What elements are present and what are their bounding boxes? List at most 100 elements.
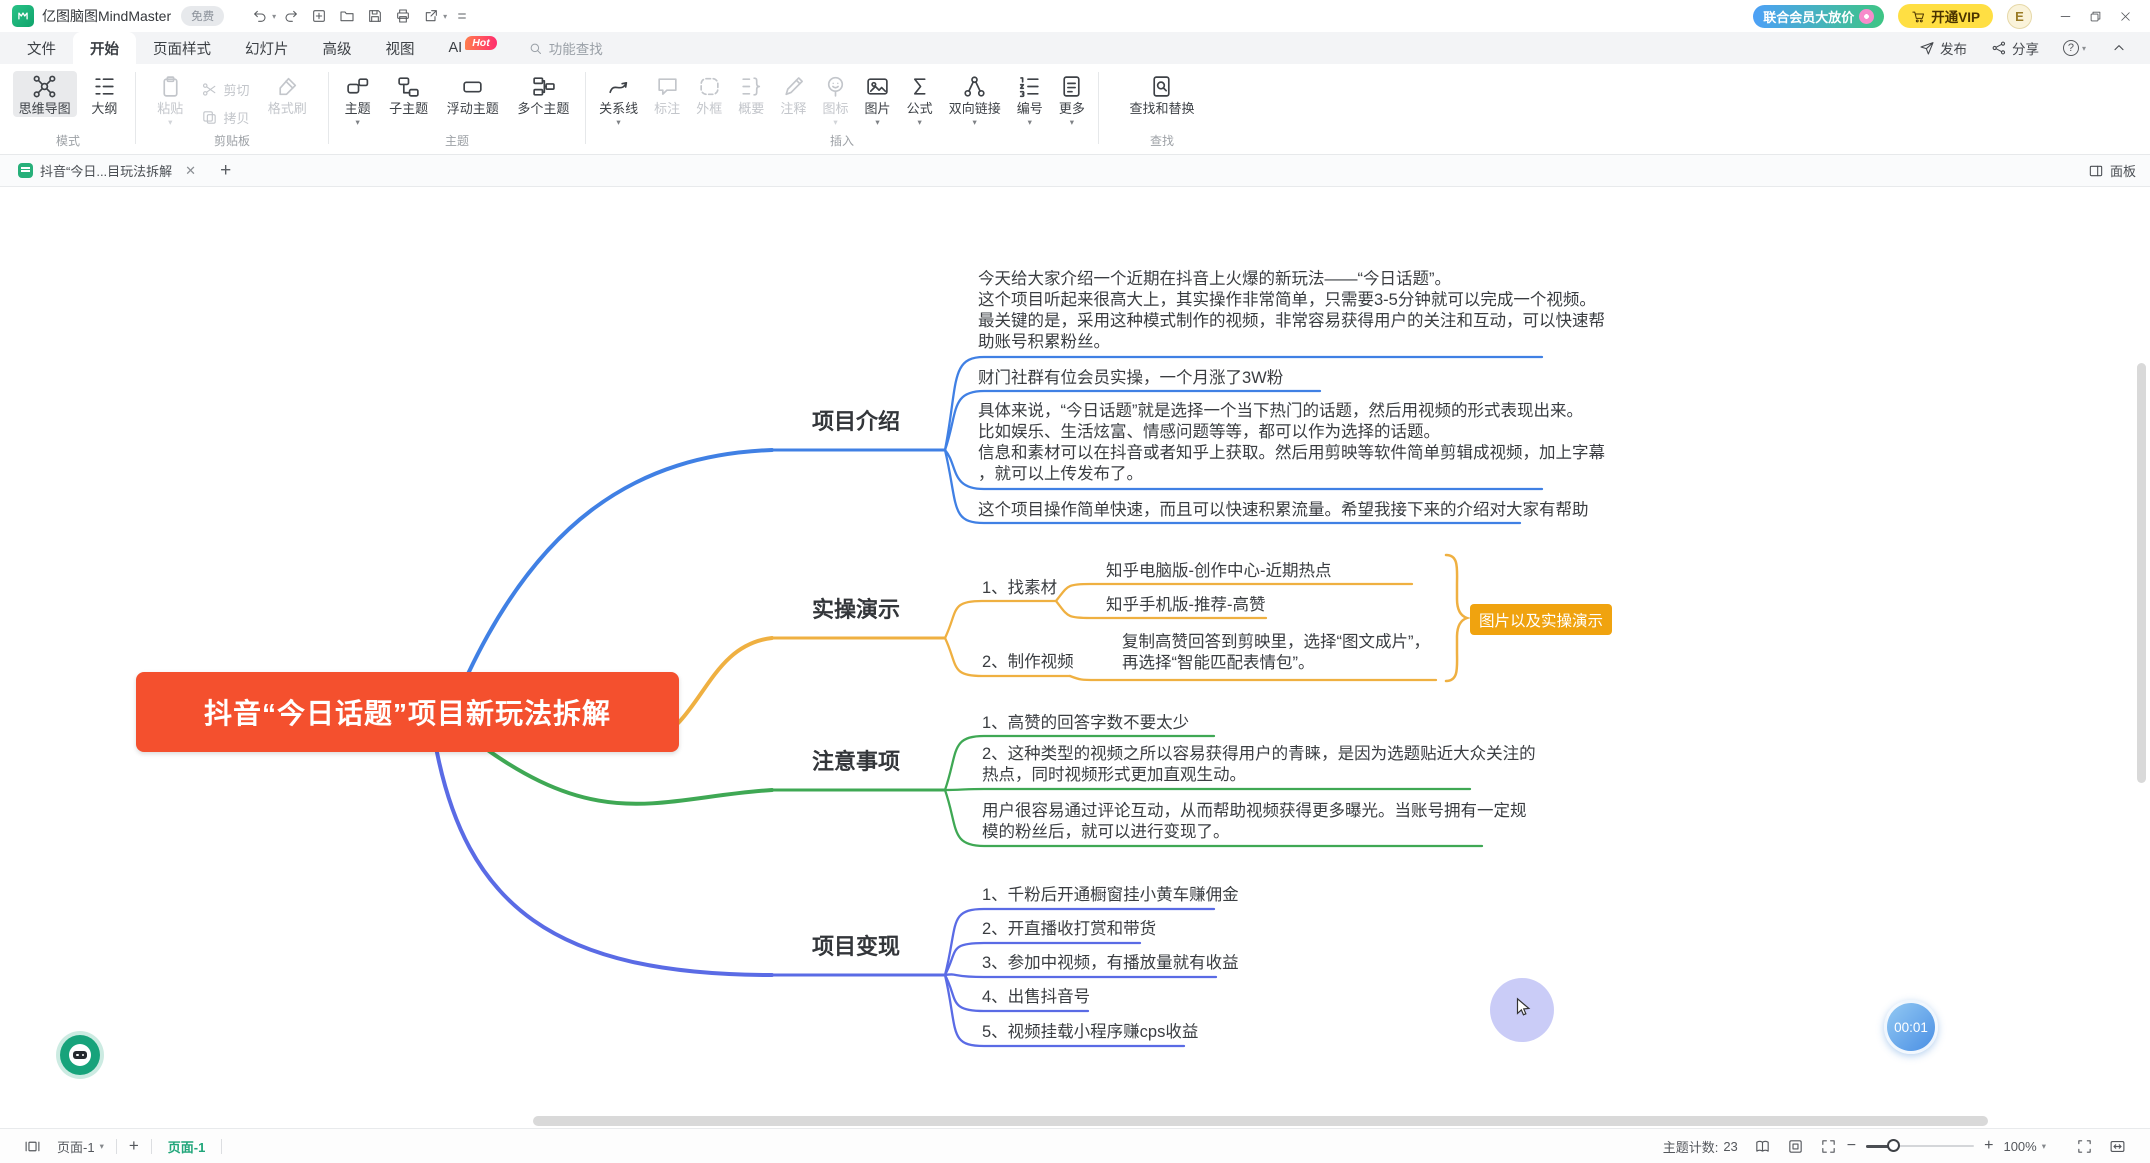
callout-button[interactable]: 标注 bbox=[648, 71, 686, 117]
zoom-out-button[interactable]: − bbox=[1845, 1137, 1858, 1155]
horizontal-scrollbar[interactable] bbox=[533, 1116, 1988, 1126]
export-button[interactable] bbox=[419, 4, 443, 28]
restore-button[interactable] bbox=[2080, 3, 2110, 29]
boundary-button[interactable]: 外框 bbox=[690, 71, 728, 117]
outline-mode-button[interactable]: 大纲 bbox=[85, 71, 123, 117]
share-button[interactable]: 分享 bbox=[1982, 38, 2048, 58]
subtopic-label: 子主题 bbox=[389, 102, 428, 117]
branch-topic-project-intro[interactable]: 项目介绍 bbox=[812, 408, 900, 436]
tab-slides[interactable]: 幻灯片 bbox=[228, 32, 306, 64]
topic-node[interactable]: 这个项目操作简单快速，而且可以快速积累流量。希望我接下来的介绍对大家有帮助 bbox=[978, 500, 1589, 521]
document-tab[interactable]: 抖音“今日...目玩法拆解 ✕ bbox=[14, 161, 200, 180]
two-way-link-button[interactable]: 双向链接 ▾ bbox=[943, 71, 1007, 124]
tab-ai[interactable]: AI Hot bbox=[432, 32, 514, 64]
tab-view[interactable]: 视图 bbox=[369, 32, 432, 64]
topic-node[interactable]: 2、制作视频 bbox=[982, 652, 1074, 673]
fullscreen-button[interactable] bbox=[2068, 1138, 2101, 1155]
page-tab-active[interactable]: 页面-1 bbox=[156, 1137, 218, 1156]
user-avatar[interactable]: E bbox=[2007, 4, 2032, 29]
topic-node[interactable]: 用户很容易通过评论互动，从而帮助视频获得更多曝光。当账号拥有一定规 模的粉丝后，… bbox=[982, 801, 1527, 843]
tab-home[interactable]: 开始 bbox=[73, 32, 136, 64]
topic-node[interactable]: 5、视频挂载小程序赚cps收益 bbox=[982, 1022, 1198, 1043]
find-replace-button[interactable]: 查找和替换 bbox=[1123, 71, 1200, 117]
zoom-level-selector[interactable]: 100% ▾ bbox=[1995, 1139, 2054, 1154]
numbering-button[interactable]: 编号 ▾ bbox=[1011, 71, 1049, 124]
undo-button[interactable] bbox=[248, 4, 272, 28]
topic-node[interactable]: 知乎电脑版-创作中心-近期热点 bbox=[1106, 561, 1332, 582]
floating-topic-button[interactable]: 浮动主题 bbox=[441, 71, 505, 117]
minimize-button[interactable] bbox=[2050, 3, 2080, 29]
topic-node[interactable]: 复制高赞回答到剪映里，选择“图文成片”， 再选择“智能匹配表情包”。 bbox=[1122, 632, 1430, 674]
fit-page-button[interactable] bbox=[1779, 1138, 1812, 1155]
feature-search[interactable]: 功能查找 bbox=[514, 32, 617, 64]
branch-topic-precautions[interactable]: 注意事项 bbox=[812, 748, 900, 776]
expand-view-button[interactable] bbox=[1812, 1138, 1845, 1155]
reading-mode-button[interactable] bbox=[1746, 1138, 1779, 1155]
topic-node[interactable]: 1、高赞的回答字数不要太少 bbox=[982, 713, 1189, 734]
summary-topic[interactable]: 图片以及实操演示 bbox=[1470, 604, 1612, 635]
picture-icon bbox=[865, 74, 890, 99]
more-insert-button[interactable]: 更多 ▾ bbox=[1053, 71, 1091, 124]
new-document-button[interactable] bbox=[307, 4, 331, 28]
tab-file[interactable]: 文件 bbox=[10, 32, 73, 64]
topic-button[interactable]: 主题 ▾ bbox=[339, 71, 377, 124]
new-tab-button[interactable]: + bbox=[220, 160, 231, 182]
fit-width-button[interactable] bbox=[2101, 1138, 2134, 1155]
collapse-ribbon-button[interactable] bbox=[2102, 40, 2136, 56]
copy-button[interactable]: 拷贝 bbox=[201, 108, 249, 127]
page-selector[interactable]: 页面-1 ▾ bbox=[49, 1137, 112, 1156]
redo-button[interactable] bbox=[279, 4, 303, 28]
branch-topic-practice-demo[interactable]: 实操演示 bbox=[812, 596, 900, 624]
topic-node[interactable]: 2、开直播收打赏和带货 bbox=[982, 919, 1156, 940]
topic-node[interactable]: 财门社群有位会员实操，一个月涨了3W粉 bbox=[978, 368, 1283, 389]
topic-node[interactable]: 4、出售抖音号 bbox=[982, 987, 1090, 1008]
topic-node[interactable]: 1、千粉后开通橱窗挂小黄车赚佣金 bbox=[982, 885, 1239, 906]
publish-button[interactable]: 发布 bbox=[1910, 38, 1976, 58]
formula-button[interactable]: 公式 ▾ bbox=[901, 71, 939, 124]
vertical-scrollbar[interactable] bbox=[2137, 363, 2146, 783]
topic-node[interactable]: 1、找素材 bbox=[982, 578, 1057, 599]
branch-topic-monetization[interactable]: 项目变现 bbox=[812, 933, 900, 961]
customize-toolbar-button[interactable] bbox=[450, 4, 474, 28]
topic-node[interactable]: 知乎手机版-推荐-高赞 bbox=[1106, 595, 1266, 616]
central-topic[interactable]: 抖音“今日话题”项目新玩法拆解 bbox=[136, 672, 679, 752]
mindmap-canvas[interactable]: 抖音“今日话题”项目新玩法拆解 项目介绍 实操演示 注意事项 项目变现 今天给大… bbox=[0, 187, 2150, 1128]
relationship-button[interactable]: 关系线 ▾ bbox=[593, 71, 644, 124]
summary-button[interactable]: 概要 bbox=[732, 71, 770, 117]
comment-button[interactable]: 注释 bbox=[774, 71, 812, 117]
icon-marker-button[interactable]: 图标 ▾ bbox=[816, 71, 854, 124]
ai-assistant-button[interactable] bbox=[60, 1035, 100, 1075]
help-button[interactable]: ? ▾ bbox=[2054, 40, 2096, 56]
statusbar-divider bbox=[151, 1139, 152, 1154]
topic-node[interactable]: 3、参加中视频，有播放量就有收益 bbox=[982, 953, 1239, 974]
tab-advanced[interactable]: 高级 bbox=[306, 32, 369, 64]
format-painter-button[interactable]: 格式刷 bbox=[262, 71, 313, 117]
picture-button[interactable]: 图片 ▾ bbox=[859, 71, 897, 124]
member-promo-badge[interactable]: 联合会员大放价 bbox=[1753, 5, 1884, 28]
topic-node[interactable]: 2、这种类型的视频之所以容易获得用户的青睐，是因为选题贴近大众关注的 热点，同时… bbox=[982, 744, 1536, 786]
undo-dropdown-icon[interactable]: ▾ bbox=[272, 12, 276, 21]
zoom-in-button[interactable]: + bbox=[1982, 1137, 1995, 1155]
page-overview-button[interactable] bbox=[16, 1138, 49, 1155]
topic-node[interactable]: 今天给大家介绍一个近期在抖音上火爆的新玩法——“今日话题”。 这个项目听起来很高… bbox=[978, 269, 1605, 353]
mindmap-mode-button[interactable]: 思维导图 bbox=[13, 71, 77, 117]
subtopic-button[interactable]: 子主题 bbox=[383, 71, 434, 117]
find-replace-label: 查找和替换 bbox=[1129, 102, 1194, 117]
zoom-slider-knob[interactable] bbox=[1887, 1139, 1900, 1152]
tab-page-style[interactable]: 页面样式 bbox=[136, 32, 228, 64]
open-file-button[interactable] bbox=[335, 4, 359, 28]
print-button[interactable] bbox=[391, 4, 415, 28]
panel-toggle-button[interactable]: 面板 bbox=[2088, 161, 2136, 180]
open-vip-button[interactable]: 开通VIP bbox=[1898, 4, 1993, 28]
topic-node[interactable]: 具体来说，“今日话题”就是选择一个当下热门的话题，然后用视频的形式表现出来。 比… bbox=[978, 401, 1605, 485]
export-dropdown-icon[interactable]: ▾ bbox=[443, 12, 447, 21]
paste-button[interactable]: 粘贴 ▾ bbox=[151, 71, 189, 124]
zoom-slider[interactable] bbox=[1866, 1145, 1974, 1147]
close-button[interactable] bbox=[2110, 3, 2140, 29]
save-button[interactable] bbox=[363, 4, 387, 28]
recording-timer-badge[interactable]: 00:01 bbox=[1884, 1000, 1938, 1054]
document-tab-close-icon[interactable]: ✕ bbox=[185, 163, 196, 179]
add-page-button[interactable]: + bbox=[121, 1136, 147, 1156]
cut-button[interactable]: 剪切 bbox=[201, 80, 249, 99]
multiple-topics-button[interactable]: 多个主题 bbox=[511, 71, 575, 117]
